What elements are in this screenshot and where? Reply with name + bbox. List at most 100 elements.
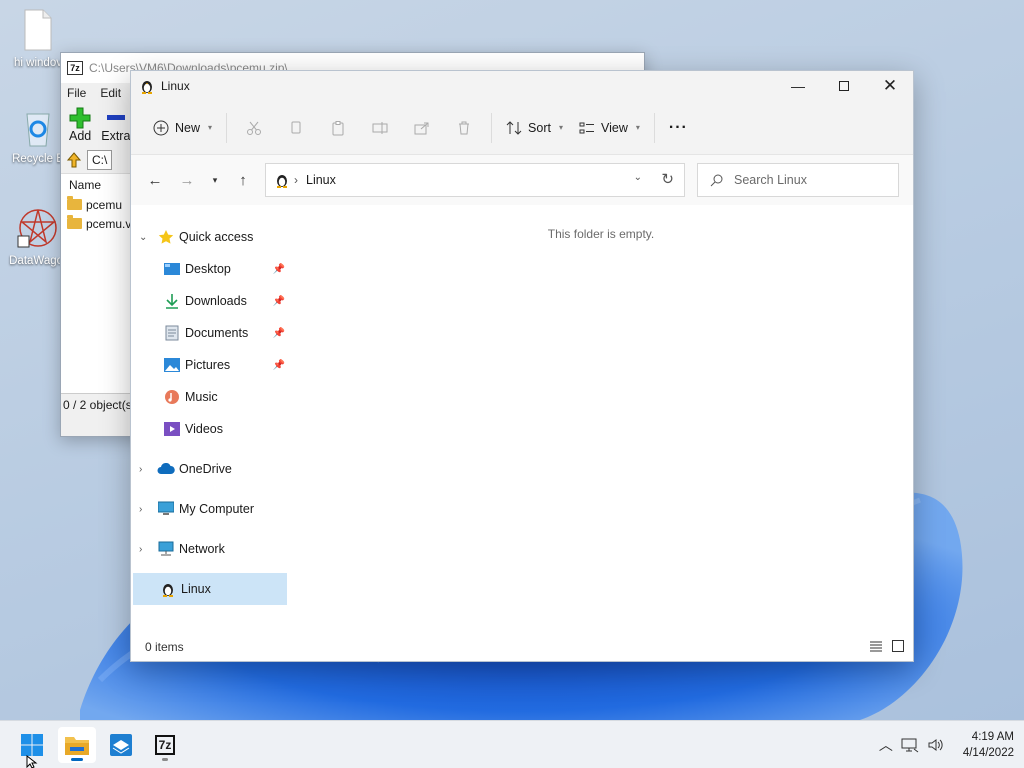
window-controls: — ✕ bbox=[775, 71, 913, 101]
chevron-down-icon: ▾ bbox=[208, 123, 213, 132]
pin-icon[interactable]: 📌 bbox=[273, 328, 285, 339]
linux-penguin-icon bbox=[277, 175, 287, 188]
address-dropdown-icon[interactable]: ⌄ bbox=[634, 172, 642, 183]
menu-edit[interactable]: Edit bbox=[100, 86, 121, 100]
explorer-window[interactable]: Linux — ✕ New ▾ Sort ▾ View ▾ ··· ← → ▾ … bbox=[130, 70, 914, 662]
system-tray: ︿ 4:19 AM 4/14/2022 bbox=[879, 721, 1014, 768]
minus-icon bbox=[106, 115, 125, 120]
up-folder-icon bbox=[66, 152, 82, 168]
video-icon bbox=[163, 420, 181, 438]
breadcrumb[interactable]: Linux bbox=[306, 173, 336, 187]
details-view-icon[interactable] bbox=[869, 639, 883, 656]
tree-item-videos[interactable]: Videos bbox=[131, 413, 289, 445]
new-label: New bbox=[175, 120, 201, 135]
pin-icon[interactable]: 📌 bbox=[273, 360, 285, 371]
minimize-icon: — bbox=[791, 78, 805, 94]
linux-penguin-icon bbox=[142, 81, 152, 94]
address-bar[interactable]: › Linux ⌄ ↻ bbox=[265, 163, 685, 197]
7zip-logo-icon: 7z bbox=[154, 735, 176, 755]
divider bbox=[226, 112, 228, 143]
plus-circle-icon bbox=[153, 120, 169, 135]
tree-item-downloads[interactable]: Downloads 📌 bbox=[131, 285, 289, 317]
chevron-down-icon[interactable]: ⌄ bbox=[139, 232, 153, 243]
minimize-button[interactable]: — bbox=[775, 71, 821, 101]
view-button[interactable]: View ▾ bbox=[571, 112, 648, 144]
status-bar: 0 items bbox=[131, 633, 913, 661]
chevron-down-icon: ▾ bbox=[212, 174, 218, 185]
file-list-area[interactable]: This folder is empty. bbox=[289, 205, 913, 633]
sort-button[interactable]: Sort ▾ bbox=[498, 112, 571, 144]
star-icon bbox=[157, 228, 175, 246]
recent-locations-button[interactable]: ▾ bbox=[203, 164, 227, 196]
chevron-right-icon[interactable]: › bbox=[139, 464, 153, 475]
copy-button[interactable] bbox=[280, 112, 312, 144]
item-label: pcemu.v bbox=[86, 216, 132, 231]
arrow-right-icon: → bbox=[179, 171, 195, 189]
tree-item-pictures[interactable]: Pictures 📌 bbox=[131, 349, 289, 381]
volume-icon[interactable] bbox=[927, 737, 945, 753]
datawagon-icon bbox=[17, 209, 57, 248]
network-status-icon[interactable] bbox=[901, 737, 919, 753]
search-input[interactable] bbox=[734, 173, 884, 187]
taskbar-file-explorer[interactable] bbox=[58, 727, 96, 763]
refresh-icon[interactable]: ↻ bbox=[661, 170, 674, 188]
tiles-view-icon[interactable] bbox=[891, 639, 905, 656]
rename-button[interactable] bbox=[364, 112, 396, 144]
music-icon bbox=[163, 388, 181, 406]
pin-icon[interactable]: 📌 bbox=[273, 264, 285, 275]
search-box[interactable] bbox=[697, 163, 899, 197]
navigation-pane: ⌄ Quick access Desktop 📌 Downloads 📌 Doc… bbox=[131, 205, 289, 633]
up-button[interactable]: ↑ bbox=[227, 164, 259, 196]
menu-file[interactable]: File bbox=[67, 86, 86, 100]
clock[interactable]: 4:19 AM 4/14/2022 bbox=[963, 729, 1014, 761]
pin-icon[interactable]: 📌 bbox=[273, 296, 285, 307]
tree-item-documents[interactable]: Documents 📌 bbox=[131, 317, 289, 349]
trash-icon bbox=[459, 121, 470, 134]
tree-item-quick-access[interactable]: ⌄ Quick access bbox=[131, 221, 289, 253]
taskbar-7zip[interactable]: 7z bbox=[146, 727, 184, 763]
tree-item-linux[interactable]: Linux bbox=[133, 573, 287, 605]
sort-icon bbox=[506, 120, 522, 135]
tree-item-music[interactable]: Music bbox=[131, 381, 289, 413]
arrow-left-icon: ← bbox=[147, 171, 163, 189]
more-options-button[interactable]: ··· bbox=[661, 112, 696, 144]
recycle-bin-icon bbox=[26, 113, 50, 147]
extract-button[interactable]: Extra bbox=[101, 107, 130, 143]
add-label: Add bbox=[69, 129, 92, 143]
forward-button[interactable]: → bbox=[171, 164, 203, 196]
new-button[interactable]: New ▾ bbox=[145, 112, 220, 144]
layout-toggle bbox=[869, 639, 905, 656]
desktop-icon-label: DataWagor bbox=[9, 255, 67, 267]
chevron-right-icon[interactable]: › bbox=[139, 544, 153, 555]
maximize-button[interactable] bbox=[821, 71, 867, 101]
close-button[interactable]: ✕ bbox=[867, 71, 913, 101]
tree-item-label: Videos bbox=[185, 422, 223, 436]
view-icon bbox=[579, 122, 594, 133]
cut-button[interactable] bbox=[238, 112, 270, 144]
tree-item-label: My Computer bbox=[179, 502, 255, 516]
7zip-path-field[interactable]: C:\ bbox=[87, 150, 113, 170]
maximize-icon bbox=[839, 81, 849, 91]
paste-button[interactable] bbox=[322, 112, 354, 144]
add-button[interactable]: Add bbox=[69, 107, 91, 143]
tree-item-network[interactable]: › Network bbox=[131, 533, 289, 565]
chevron-right-icon[interactable]: › bbox=[139, 504, 153, 515]
explorer-body: ⌄ Quick access Desktop 📌 Downloads 📌 Doc… bbox=[131, 205, 913, 633]
share-button[interactable] bbox=[406, 112, 438, 144]
file-icon bbox=[24, 9, 52, 51]
tree-item-my-computer[interactable]: › My Computer bbox=[131, 493, 289, 525]
tree-item-desktop[interactable]: Desktop 📌 bbox=[131, 253, 289, 285]
tree-item-onedrive[interactable]: › OneDrive bbox=[131, 453, 289, 485]
taskbar: 7z ︿ 4:19 AM 4/14/2022 bbox=[0, 720, 1024, 768]
desktop-icon-recycle-bin[interactable]: Recycle B bbox=[8, 108, 68, 165]
more-icon: ··· bbox=[668, 118, 688, 136]
back-button[interactable]: ← bbox=[139, 164, 171, 196]
document-icon bbox=[163, 324, 181, 342]
tree-item-label: Network bbox=[179, 542, 225, 556]
chevron-up-icon[interactable]: ︿ bbox=[879, 735, 893, 755]
delete-button[interactable] bbox=[448, 112, 480, 144]
desktop-icon-label: hi windov bbox=[14, 57, 62, 69]
taskbar-app-box[interactable] bbox=[102, 727, 140, 763]
desktop-icon-file[interactable]: hi windov bbox=[8, 8, 68, 69]
desktop-icon-datawagon[interactable]: DataWagor bbox=[8, 206, 68, 267]
